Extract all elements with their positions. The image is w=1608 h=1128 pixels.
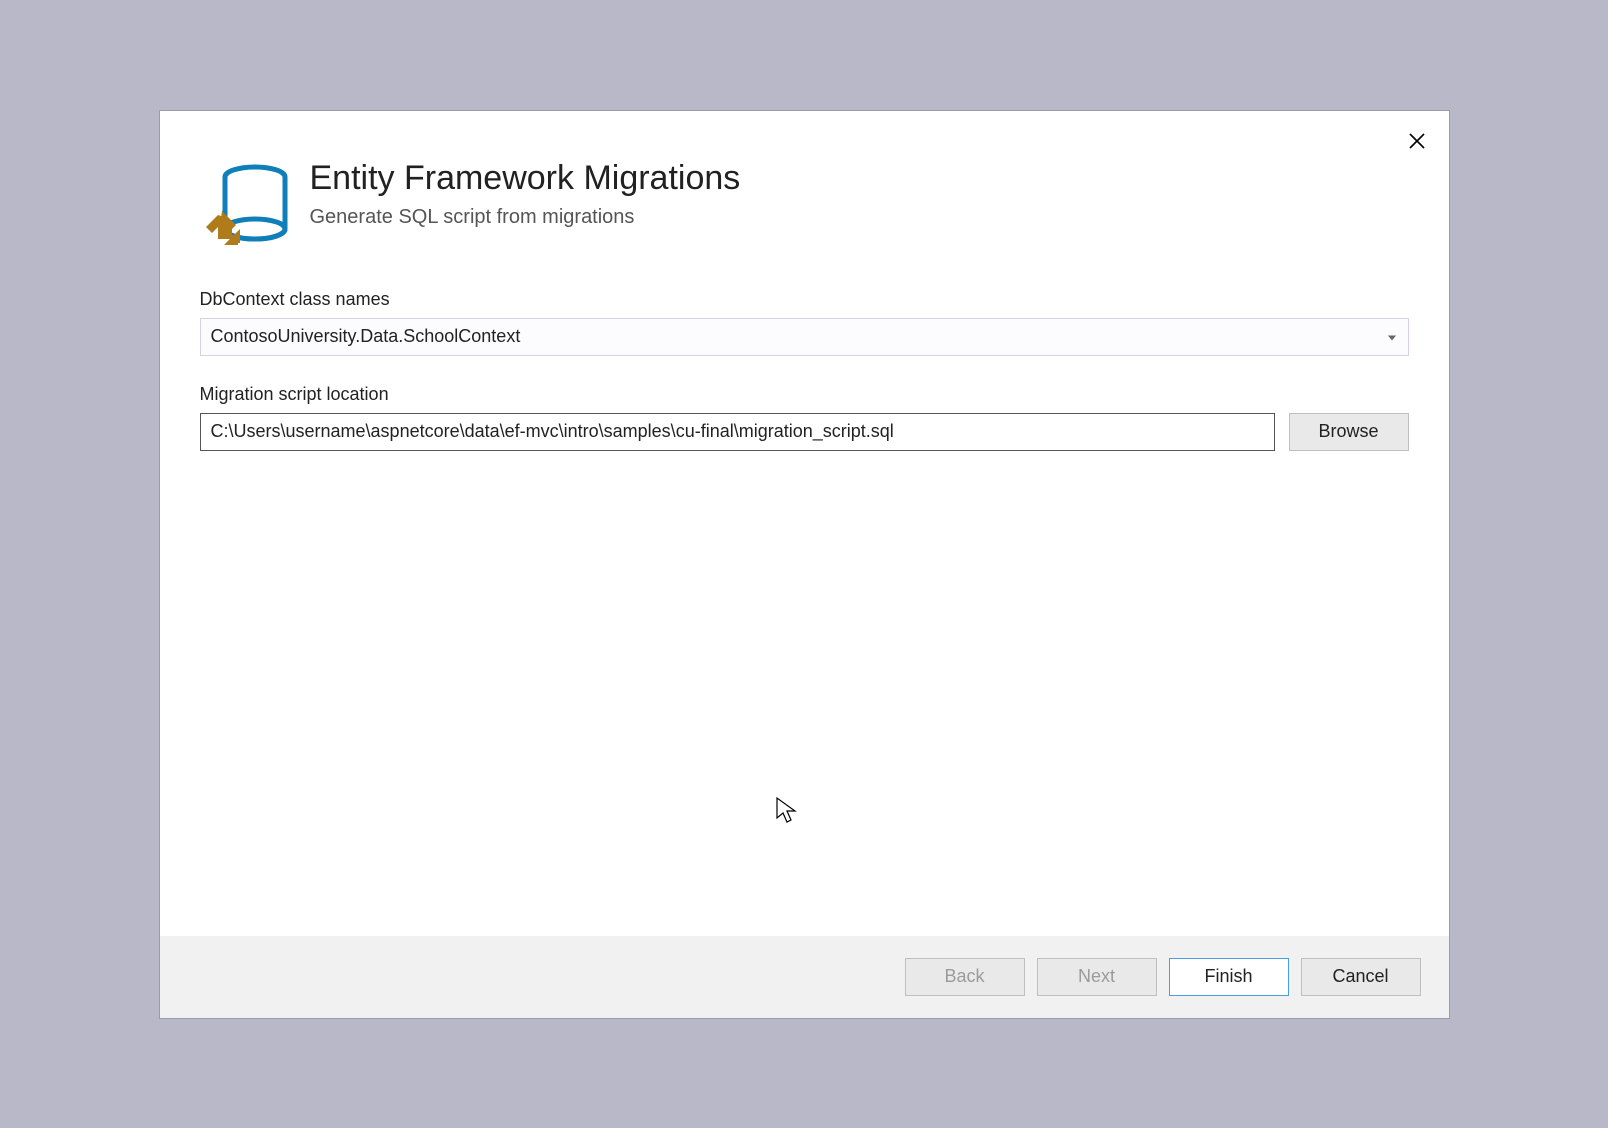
close-button[interactable] <box>1405 129 1429 153</box>
dialog-footer: Back Next Finish Cancel <box>160 936 1449 1018</box>
dbcontext-value: ContosoUniversity.Data.SchoolContext <box>211 326 521 347</box>
browse-button[interactable]: Browse <box>1289 413 1409 451</box>
back-button[interactable]: Back <box>905 958 1025 996</box>
dialog-subtitle: Generate SQL script from migrations <box>310 206 741 229</box>
next-button[interactable]: Next <box>1037 958 1157 996</box>
cancel-button[interactable]: Cancel <box>1301 958 1421 996</box>
finish-button[interactable]: Finish <box>1169 958 1289 996</box>
dbcontext-label: DbContext class names <box>200 289 1409 310</box>
dialog-title: Entity Framework Migrations <box>310 159 741 198</box>
dialog-content: DbContext class names ContosoUniversity.… <box>160 289 1449 936</box>
location-input[interactable] <box>200 413 1275 451</box>
title-block: Entity Framework Migrations Generate SQL… <box>310 159 741 229</box>
dbcontext-group: DbContext class names ContosoUniversity.… <box>200 289 1409 356</box>
dialog-window: Entity Framework Migrations Generate SQL… <box>159 110 1450 1019</box>
dialog-header: Entity Framework Migrations Generate SQL… <box>160 111 1449 289</box>
migrations-icon <box>200 159 290 259</box>
location-label: Migration script location <box>200 384 1409 405</box>
location-group: Migration script location Browse <box>200 384 1409 451</box>
dbcontext-dropdown[interactable]: ContosoUniversity.Data.SchoolContext <box>200 318 1409 356</box>
location-row: Browse <box>200 413 1409 451</box>
close-icon <box>1409 133 1425 149</box>
